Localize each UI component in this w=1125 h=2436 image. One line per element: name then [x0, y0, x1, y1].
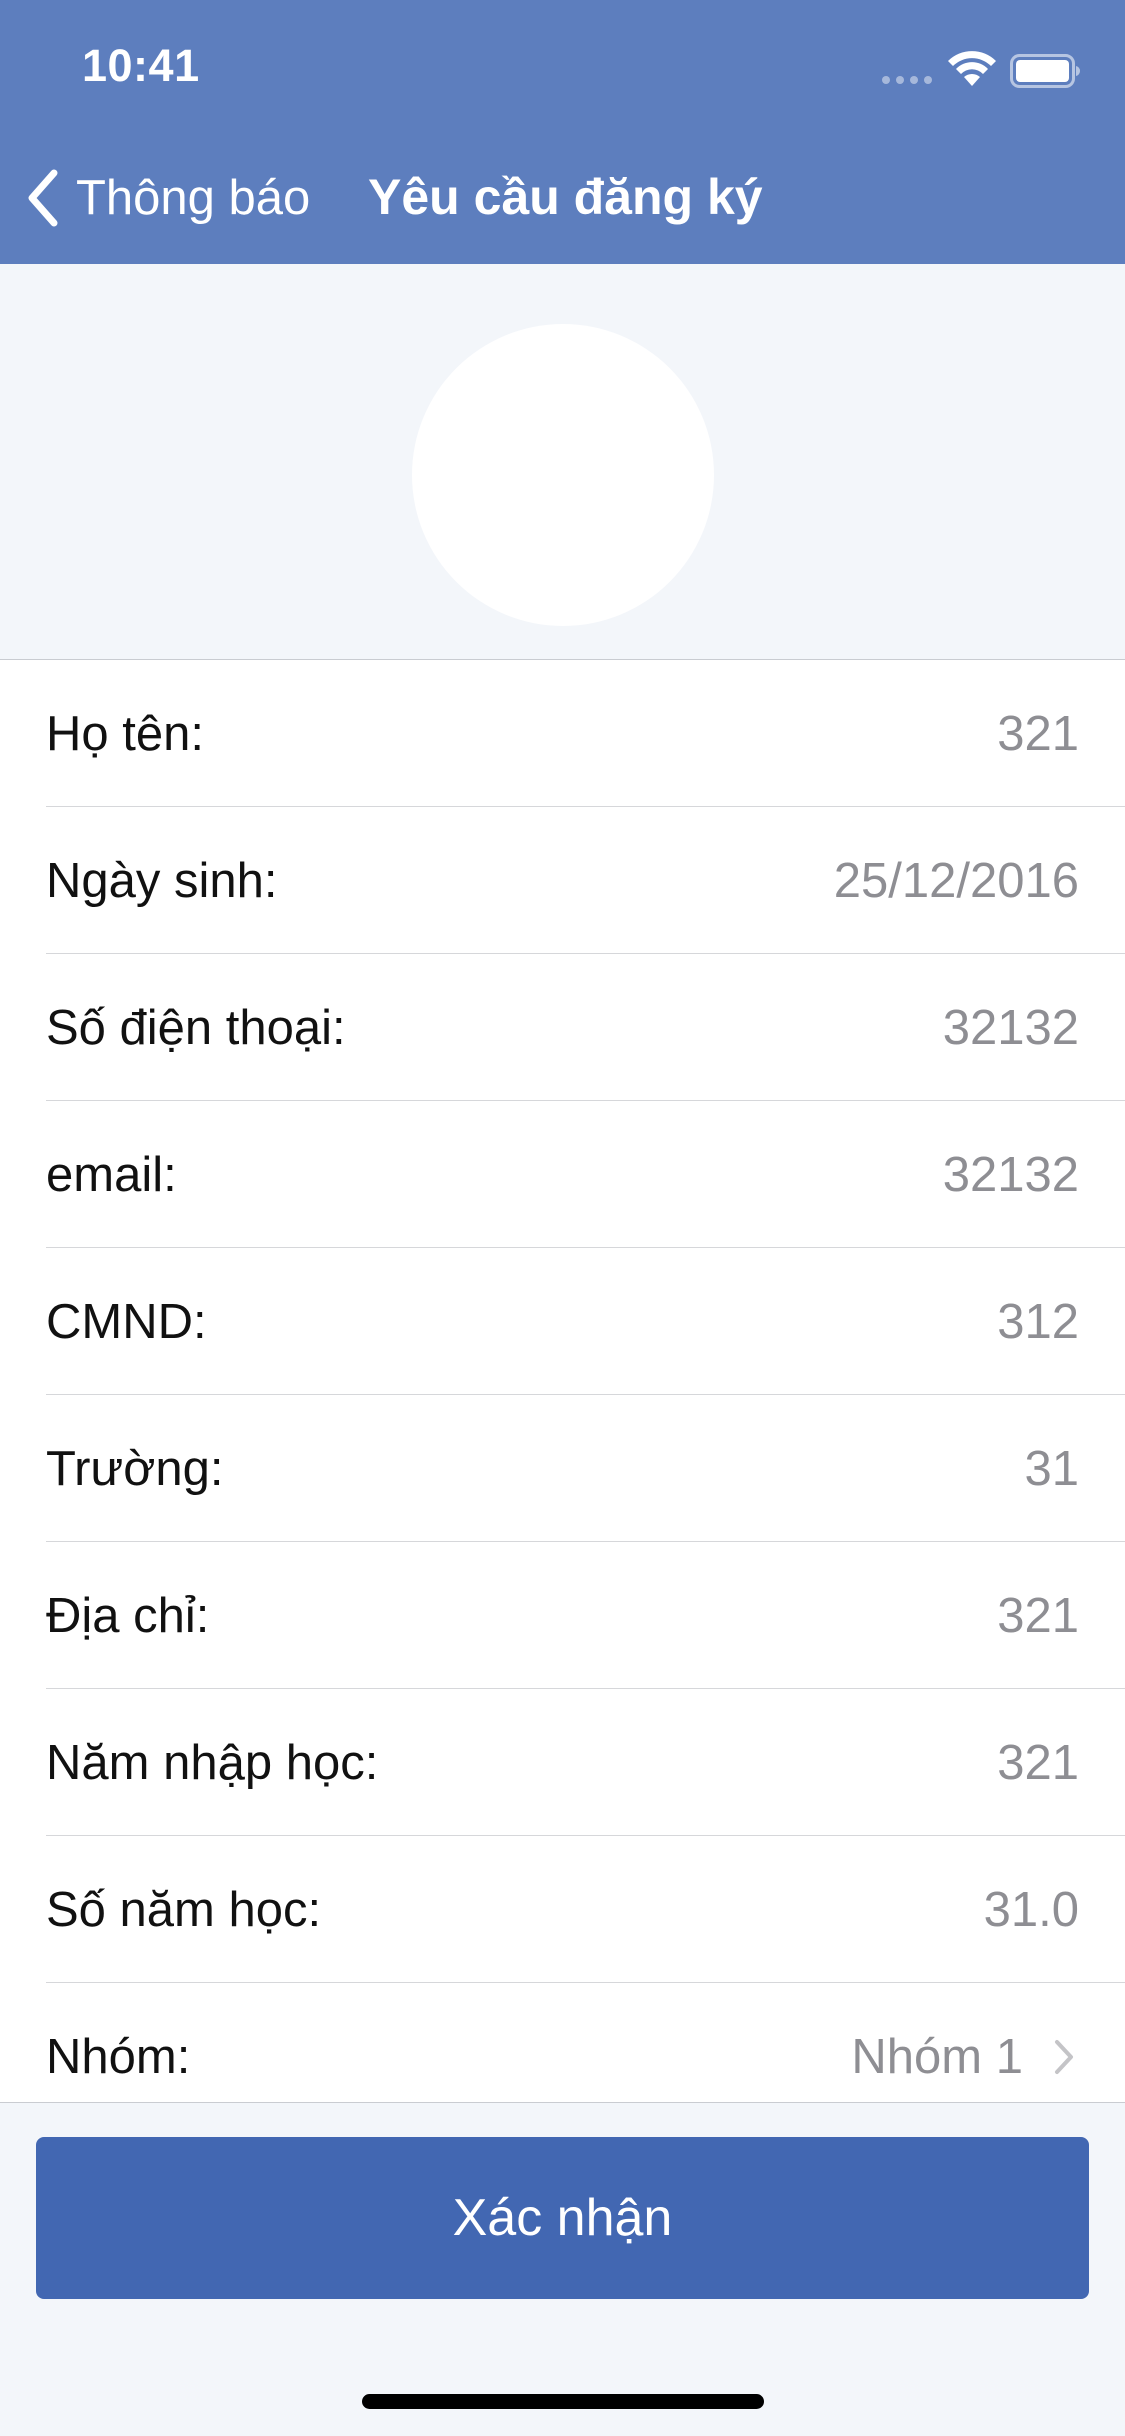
form-row-label: CMND:	[46, 1294, 207, 1349]
form-row-phone: Số điện thoại: 32132	[0, 954, 1125, 1101]
form-row-value: 321	[997, 706, 1079, 761]
form-row-value: 31.0	[983, 1882, 1079, 1937]
back-button[interactable]: Thông báo	[22, 162, 310, 234]
confirm-button[interactable]: Xác nhận	[36, 2137, 1089, 2299]
bottom-action-bar: Xác nhận	[0, 2102, 1125, 2436]
avatar[interactable]	[412, 324, 714, 626]
form-row-value: 312	[997, 1294, 1079, 1349]
form-row-group[interactable]: Nhóm: Nhóm 1	[0, 1983, 1125, 2102]
page-title: Yêu cầu đăng ký	[368, 169, 763, 225]
form-row-label: Số điện thoại:	[46, 1000, 346, 1055]
chevron-right-icon	[1055, 2039, 1073, 2074]
navigation-bar: Thông báo Yêu cầu đăng ký	[0, 132, 1125, 264]
form-row-value: 321	[997, 1735, 1079, 1790]
avatar-section	[0, 264, 1125, 660]
form-row-study-years: Số năm học: 31.0	[0, 1836, 1125, 1983]
form-row-value: 32132	[942, 1000, 1079, 1055]
group-selector[interactable]: Nhóm 1	[851, 2029, 1079, 2085]
form-row-id-card: CMND: 312	[0, 1248, 1125, 1395]
home-indicator[interactable]	[362, 2394, 764, 2409]
chevron-left-icon	[28, 169, 58, 227]
cellular-signal-icon	[882, 76, 932, 84]
registration-request-screen: 10:41 Thông báo Yêu cầu đăng ký Họ tên: …	[0, 0, 1125, 2436]
form-row-label: Số năm học:	[46, 1882, 322, 1937]
wifi-icon	[948, 51, 996, 86]
form-row-label: Họ tên:	[46, 706, 204, 761]
form-row-address: Địa chỉ: 321	[0, 1542, 1125, 1689]
form-row-label: Địa chỉ:	[46, 1588, 210, 1643]
form-row-birth-date: Ngày sinh: 25/12/2016	[0, 807, 1125, 954]
form-row-enrollment-year: Năm nhập học: 321	[0, 1689, 1125, 1836]
form-row-email: email: 32132	[0, 1101, 1125, 1248]
form-row-value: 32132	[942, 1147, 1079, 1202]
back-button-label: Thông báo	[76, 171, 311, 225]
header: 10:41 Thông báo Yêu cầu đăng ký	[0, 0, 1125, 264]
form-row-label: Năm nhập học:	[46, 1735, 379, 1790]
status-time: 10:41	[82, 40, 200, 91]
form-row-school: Trường: 31	[0, 1395, 1125, 1542]
form-row-label: Trường:	[46, 1441, 224, 1496]
form-row-label: Ngày sinh:	[46, 853, 278, 908]
status-bar: 10:41	[0, 0, 1125, 132]
form-row-value: Nhóm 1	[851, 2029, 1023, 2084]
form-row-label: email:	[46, 1147, 177, 1202]
form-row-value: 31	[1024, 1441, 1079, 1496]
battery-icon	[1010, 54, 1081, 88]
form-row-value: 321	[997, 1588, 1079, 1643]
form-row-label: Nhóm:	[46, 2029, 191, 2084]
form-row-value: 25/12/2016	[833, 853, 1079, 908]
form-row-full-name: Họ tên: 321	[0, 660, 1125, 807]
registration-form: Họ tên: 321 Ngày sinh: 25/12/2016 Số điệ…	[0, 660, 1125, 2102]
